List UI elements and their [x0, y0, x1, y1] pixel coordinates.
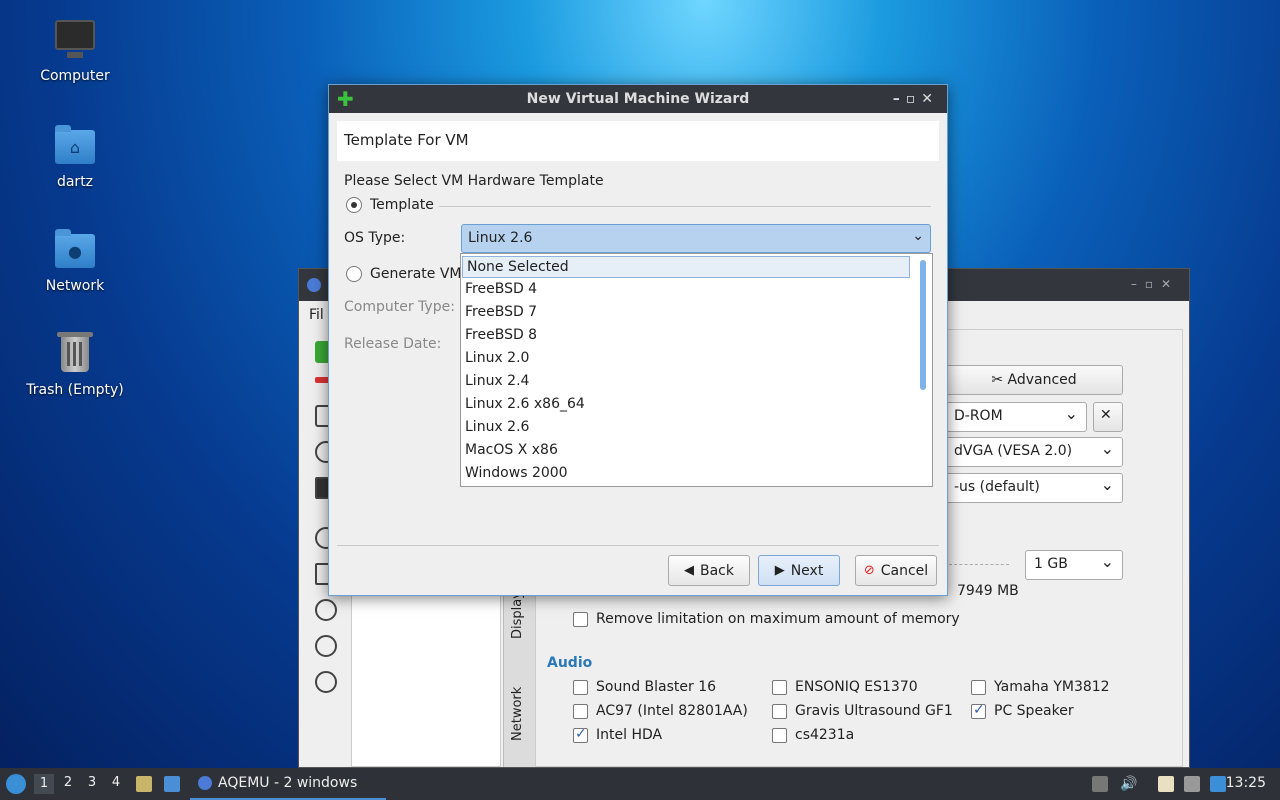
computer-icon: [53, 18, 97, 62]
start-menu-icon[interactable]: [6, 774, 26, 794]
desktop-icon-network[interactable]: ● Network: [15, 228, 135, 294]
chevron-down-icon: ⌄: [912, 228, 924, 244]
add-icon: ✚: [337, 87, 354, 111]
memory-slider[interactable]: [949, 555, 1009, 565]
os-type-select[interactable]: Linux 2.6 ⌄: [461, 224, 931, 253]
os-type-label: OS Type:: [344, 230, 406, 246]
cdrom-select[interactable]: D-ROM: [945, 402, 1087, 432]
release-date-label: Release Date:: [344, 336, 442, 352]
taskbar-app-aqemu[interactable]: AQEMU - 2 windows: [190, 768, 386, 800]
generate-vm-radio[interactable]: Generate VM: [346, 266, 462, 282]
workspace-2[interactable]: 2: [58, 775, 78, 790]
memory-select[interactable]: 1 GB: [1025, 550, 1123, 580]
desktop-icon-label: Trash (Empty): [26, 382, 124, 398]
file-manager-icon[interactable]: [136, 776, 152, 792]
taskbar: 1 2 3 4 AQEMU - 2 windows 🔊 13:25: [0, 768, 1280, 800]
reload-icon[interactable]: [315, 671, 337, 693]
home-folder-icon: ⌂: [53, 124, 97, 168]
template-radio[interactable]: Template: [346, 197, 434, 213]
vertical-tabs: Display Network: [503, 589, 535, 767]
dropdown-scrollbar[interactable]: [920, 260, 926, 390]
audio-gus-checkbox[interactable]: Gravis Ultrasound GF1: [772, 703, 953, 719]
audio-ac97-checkbox[interactable]: AC97 (Intel 82801AA): [573, 703, 748, 719]
tools-icon: ✂: [991, 372, 1008, 388]
keyboard-select[interactable]: -us (default): [945, 473, 1123, 503]
advanced-button[interactable]: ✂ Advanced: [945, 365, 1123, 395]
aqemu-app-icon: [307, 278, 321, 292]
list-item[interactable]: None Selected: [462, 256, 910, 278]
list-item[interactable]: Windows 2000: [461, 462, 911, 485]
tray-up-icon[interactable]: [1092, 776, 1108, 792]
desktop-icon-label: Computer: [40, 68, 110, 84]
show-desktop-icon[interactable]: [164, 776, 180, 792]
tab-network[interactable]: Network: [510, 687, 525, 741]
os-type-dropdown-list[interactable]: None Selected FreeBSD 4 FreeBSD 7 FreeBS…: [460, 253, 933, 487]
audio-ym3812-checkbox[interactable]: Yamaha YM3812: [971, 679, 1110, 695]
list-item[interactable]: Linux 2.6 x86_64: [461, 393, 911, 416]
audio-section-title: Audio: [547, 655, 593, 671]
update-notifier-icon[interactable]: [1210, 776, 1226, 792]
desktop-icon-label: dartz: [56, 174, 94, 190]
divider: [439, 206, 931, 207]
network-status-icon[interactable]: [1184, 776, 1200, 792]
list-item[interactable]: FreeBSD 4: [461, 278, 911, 301]
list-item[interactable]: Linux 2.0: [461, 347, 911, 370]
stop-icon[interactable]: [315, 635, 337, 657]
list-item[interactable]: Linux 2.4: [461, 370, 911, 393]
audio-sb16-checkbox[interactable]: Sound Blaster 16: [573, 679, 716, 695]
audio-cs4231a-checkbox[interactable]: cs4231a: [772, 727, 854, 743]
divider: [337, 545, 939, 546]
clipboard-icon[interactable]: [1158, 776, 1174, 792]
network-folder-icon: ●: [53, 228, 97, 272]
memory-free-label: 7949 MB: [957, 583, 1019, 599]
menu-file[interactable]: Fil: [309, 307, 324, 323]
wizard-title: New Virtual Machine Wizard: [526, 91, 750, 107]
computer-type-label: Computer Type:: [344, 299, 455, 315]
aqemu-app-icon: [198, 776, 212, 790]
settings-tools-button[interactable]: ✕: [1093, 402, 1123, 432]
window-controls-icon[interactable]: –▫✕: [893, 85, 939, 113]
desktop-icon-computer[interactable]: Computer: [15, 18, 135, 84]
back-button[interactable]: ◀ Back: [668, 555, 750, 586]
list-item[interactable]: FreeBSD 7: [461, 301, 911, 324]
tab-display[interactable]: Display: [510, 591, 525, 639]
video-select[interactable]: dVGA (VESA 2.0): [945, 437, 1123, 467]
audio-es1370-checkbox[interactable]: ENSONIQ ES1370: [772, 679, 918, 695]
next-button[interactable]: ▶ Next: [758, 555, 840, 586]
desktop-icon-home[interactable]: ⌂ dartz: [15, 124, 135, 190]
wizard-page-header: Template For VM: [337, 121, 939, 161]
wizard-prompt: Please Select VM Hardware Template: [344, 173, 604, 189]
list-item[interactable]: Linux 2.6: [461, 416, 911, 439]
desktop-icon-label: Network: [45, 278, 105, 294]
wizard-titlebar[interactable]: ✚ New Virtual Machine Wizard –▫✕: [329, 85, 947, 113]
workspace-1[interactable]: 1: [34, 774, 54, 794]
wrench-icon: ✕: [1100, 407, 1112, 423]
audio-pcspk-checkbox[interactable]: PC Speaker: [971, 702, 1074, 719]
workspace-3[interactable]: 3: [82, 775, 102, 790]
remove-memory-limit-checkbox[interactable]: Remove limitation on maximum amount of m…: [573, 611, 960, 627]
clock[interactable]: 13:25: [1226, 775, 1266, 791]
desktop-icon-trash[interactable]: Trash (Empty): [15, 332, 135, 398]
workspace-4[interactable]: 4: [106, 775, 126, 790]
list-item[interactable]: MacOS X x86: [461, 439, 911, 462]
arrow-left-icon: ◀: [684, 563, 694, 578]
new-vm-wizard-dialog: ✚ New Virtual Machine Wizard –▫✕ Templat…: [328, 84, 948, 596]
cancel-icon: ⊘: [863, 563, 875, 578]
trash-icon: [53, 332, 97, 376]
list-item[interactable]: FreeBSD 8: [461, 324, 911, 347]
cancel-button[interactable]: ⊘ Cancel: [855, 555, 937, 586]
radio-checked-icon: [346, 197, 362, 213]
arrow-right-icon: ▶: [774, 563, 785, 578]
volume-icon[interactable]: 🔊: [1120, 776, 1137, 792]
audio-hda-checkbox[interactable]: Intel HDA: [573, 726, 662, 743]
window-controls-icon[interactable]: –▫✕: [1131, 277, 1179, 291]
pause-icon[interactable]: [315, 599, 337, 621]
radio-unchecked-icon: [346, 266, 362, 282]
